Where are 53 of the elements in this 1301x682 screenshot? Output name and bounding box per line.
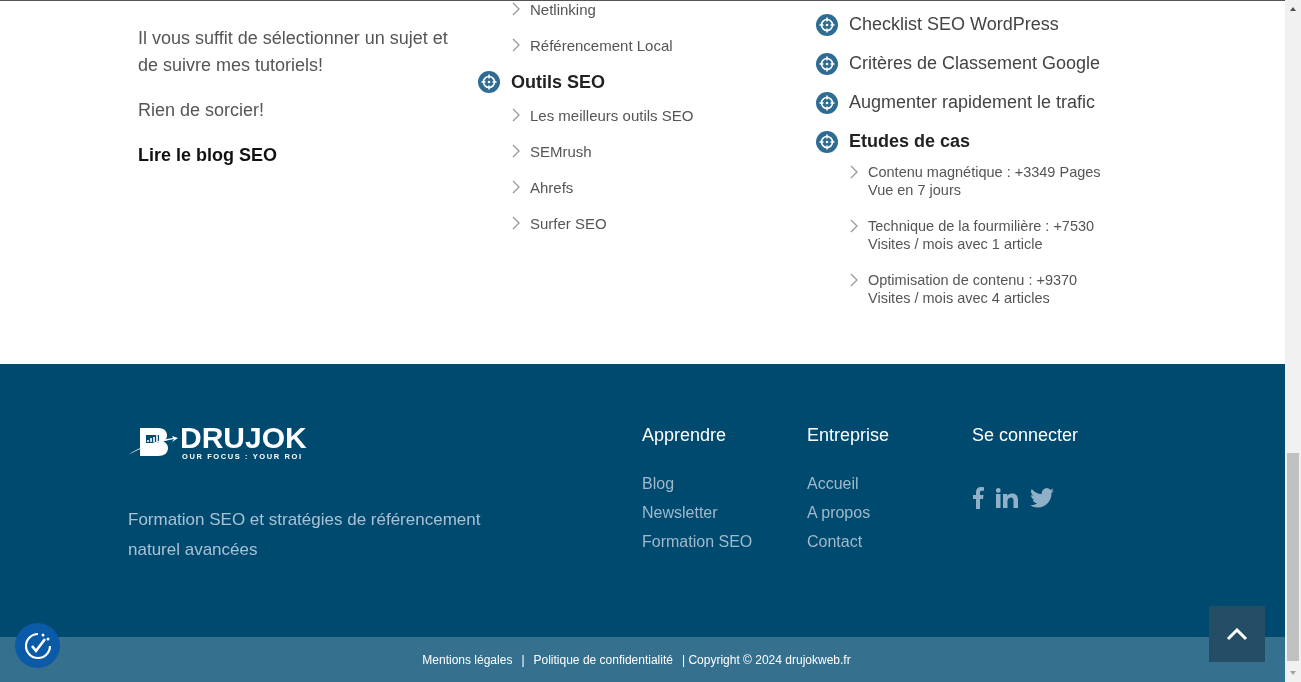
target-icon [816,52,838,75]
chevron-icon [512,108,520,122]
chevron-icon [850,165,858,179]
copyright-text: | Copyright © 2024 drujokweb.fr [681,652,851,667]
nav-link[interactable]: Critères de Classement Google [849,53,1101,74]
intro-text: Rien de sorcier! [138,99,266,122]
nav-link[interactable]: Référencement Local [530,36,673,54]
target-icon [816,91,838,114]
chevron-up-icon [1226,627,1248,641]
facebook-icon[interactable] [972,487,984,509]
chevron-icon [512,38,520,52]
linkedin-icon[interactable] [996,488,1018,508]
nav-link[interactable]: Checklist SEO WordPress [849,14,1059,35]
target-icon [816,13,838,36]
nav-link[interactable]: Les meilleurs outils SEO [530,106,694,124]
nav-link[interactable]: SEMrush [530,142,592,160]
nav-link[interactable]: Surfer SEO [530,214,607,232]
chevron-icon [512,144,520,158]
blog-link[interactable]: Lire le blog SEO [138,142,462,169]
nav-link[interactable]: Augmenter rapidement le trafic [849,92,1096,113]
section-heading: Outils SEO [511,71,606,93]
separator: | [521,652,525,667]
footer-link[interactable]: Blog [642,474,807,494]
footer-link[interactable]: A propos [807,503,972,523]
case-study-link[interactable]: Optimisation de contenu : +9370 Visites / mois avec 4 articles [868,271,1078,307]
twitter-icon[interactable] [1030,488,1054,508]
case-study-link[interactable]: Contenu magnétique : +3349 Pages Vue en 7 jours [868,163,1101,199]
chevron-icon [850,273,858,287]
intro-text: Il vous suffit de sélectionner un sujet et de suivre mes tutoriels! [138,27,449,77]
logo-text: DRUJOK [180,424,307,452]
chevron-icon [512,2,520,16]
legal-link[interactable]: Mentions légales [422,652,513,667]
footer-heading: Entreprise [807,424,891,446]
footer-link[interactable]: Accueil [807,474,972,494]
nav-link[interactable]: Ahrefs [530,178,574,196]
footer-link[interactable]: Contact [807,532,972,552]
footer-description: Formation SEO et stratégies de référencement naturel avancées [128,509,482,561]
section-heading: Etudes de cas [849,131,971,152]
chevron-icon [850,219,858,233]
footer-heading: Se connecter [972,424,1080,446]
legal-link[interactable]: Politique de confidentialité [533,652,673,667]
footer-link[interactable]: Newsletter [642,503,807,523]
nav-link[interactable]: Netlinking [530,1,596,18]
case-study-link[interactable]: Technique de la fourmilière : +7530 Visites / mois avec 1 article [868,217,1095,253]
target-icon [816,130,838,153]
chevron-icon [512,216,520,230]
footer-link[interactable]: Formation SEO [642,532,807,552]
target-icon [478,71,500,93]
footer-heading: Apprendre [642,424,728,446]
scrollbar[interactable] [1285,0,1301,682]
checkmark-badge-icon [22,630,53,661]
back-to-top-button[interactable] [1209,606,1265,662]
chevron-icon [512,180,520,194]
